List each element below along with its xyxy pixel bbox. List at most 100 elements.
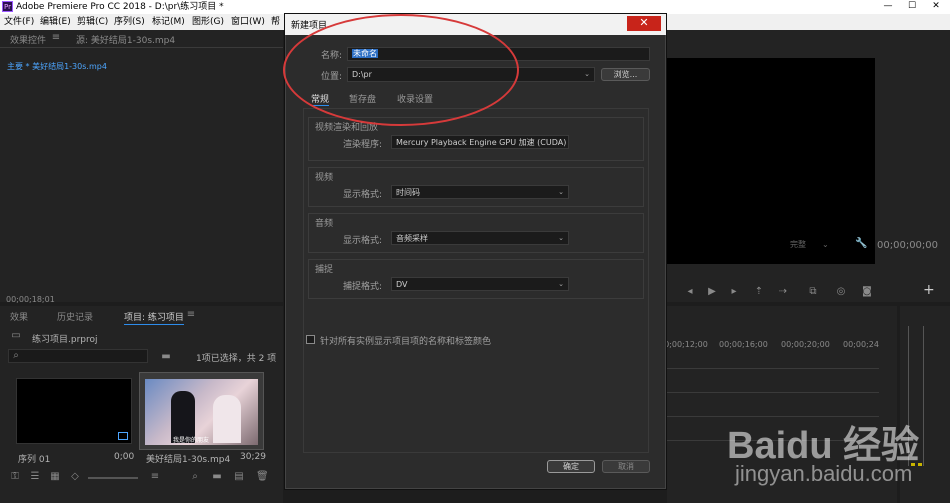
audio-group: 音频 显示格式: 音频采样 ⌄ [308, 213, 644, 253]
wrench-icon[interactable]: 🔧 [855, 238, 867, 250]
video-group: 视频 显示格式: 时间码 ⌄ [308, 167, 644, 207]
timeline-tick: 00;00;16;00 [719, 340, 768, 349]
project-file-icon: ▭ [11, 330, 21, 341]
chevron-down-icon: ⌄ [822, 240, 829, 249]
maximize-button[interactable]: ☐ [900, 0, 924, 14]
capture-format-label: 捕捉格式: [343, 282, 383, 292]
sequence-thumbnail[interactable] [16, 378, 132, 444]
new-item-icon[interactable]: ▤ [234, 471, 244, 483]
panel-menu-icon[interactable]: ≡ [51, 32, 61, 44]
window-title: Adobe Premiere Pro CC 2018 - D:\pr\练习项目 … [16, 2, 224, 12]
step-back-icon[interactable]: ◂ [685, 286, 695, 298]
chevron-down-icon: ⌄ [584, 70, 590, 78]
vr-icon[interactable]: ◎ [835, 286, 847, 298]
timeline-tick: 00;00;24 [843, 340, 879, 349]
extract-icon[interactable]: ⇢ [777, 286, 789, 298]
chevron-down-icon: ⌄ [558, 188, 564, 196]
renderer-label: 渲染程序: [343, 140, 383, 150]
menu-graphics[interactable]: 图形(G) [192, 15, 224, 29]
close-button[interactable]: ✕ [924, 0, 948, 14]
cancel-button[interactable]: 取消 [602, 460, 650, 473]
freeform-view-icon[interactable]: ◇ [70, 471, 80, 483]
show-names-checkbox-label: 针对所有实例显示项目项的名称和标签颜色 [320, 337, 492, 347]
sort-icon[interactable]: ≡ [150, 471, 160, 483]
play-icon[interactable]: ▶ [707, 286, 717, 298]
figure-silhouette [213, 395, 241, 443]
fit-value: 完整 [790, 240, 806, 249]
menu-file[interactable]: 文件(F) [4, 15, 34, 29]
show-names-checkbox[interactable] [306, 335, 315, 344]
project-search-input[interactable]: ⌕ [8, 349, 148, 363]
video-format-value: 时间码 [396, 188, 420, 197]
minimize-button[interactable]: — [876, 0, 900, 14]
icon-view-icon[interactable]: ▦ [50, 471, 60, 483]
zoom-slider[interactable] [88, 477, 138, 479]
ok-button[interactable]: 确定 [547, 460, 595, 473]
audio-format-label: 显示格式: [343, 236, 383, 246]
general-tab-content: 视频渲染和回放 渲染程序: Mercury Playback Engine GP… [303, 108, 649, 453]
menu-window[interactable]: 窗口(W) [231, 15, 265, 29]
renderer-group: 视频渲染和回放 渲染程序: Mercury Playback Engine GP… [308, 117, 644, 161]
sequence-icon [118, 432, 128, 440]
clip-preview-image: 我是你的朋友 [145, 379, 258, 445]
menu-clip[interactable]: 剪辑(C) [77, 15, 108, 29]
video-format-label: 显示格式: [343, 190, 383, 200]
menu-marker[interactable]: 标记(M) [152, 15, 185, 29]
audio-format-select[interactable]: 音频采样 ⌄ [391, 231, 569, 245]
project-file-name: 练习项目.prproj [32, 335, 98, 345]
fit-select[interactable]: 完整 ⌄ [790, 239, 842, 251]
new-bin-icon[interactable]: ▬ [212, 471, 222, 483]
lift-icon[interactable]: ⇡ [753, 286, 765, 298]
chevron-down-icon: ⌄ [558, 234, 564, 242]
project-panel: 效果 历史记录 项目: 练习项目 ≡ ▭ 练习项目.prproj ⌕ ▬ 1项已… [0, 306, 283, 503]
audio-group-title: 音频 [315, 219, 334, 229]
panel-menu-icon[interactable]: ≡ [186, 309, 196, 321]
menu-sequence[interactable]: 序列(S) [114, 15, 145, 29]
window-titlebar: Pr Adobe Premiere Pro CC 2018 - D:\pr\练习… [0, 0, 950, 14]
audio-format-value: 音频采样 [396, 234, 428, 243]
track-divider [667, 368, 879, 369]
chevron-down-icon: ⌄ [558, 280, 564, 288]
tab-effects[interactable]: 效果 [10, 310, 28, 323]
program-monitor-panel: 完整 ⌄ 🔧 00;00;00;00 ◂ ▶ ▸ ⇡ ⇢ ⧉ ◎ ◙ + [667, 30, 950, 302]
list-view-icon[interactable]: ☰ [30, 471, 40, 483]
project-item-duration: 30;29 [240, 452, 266, 462]
divider [0, 47, 283, 48]
clip-label: 主要 * 美好结局1-30s.mp4 [7, 62, 107, 71]
source-timecode: 00;00;18;01 [6, 295, 55, 304]
clip-subtitle: 我是你的朋友 [173, 437, 210, 444]
compare-icon[interactable]: ⧉ [807, 286, 819, 298]
project-item-name: 美好结局1-30s.mp4 [146, 455, 231, 465]
chevron-down-icon: ⌄ [558, 138, 564, 146]
timeline-tick: 00;00;20;00 [781, 340, 830, 349]
capture-format-value: DV [396, 280, 408, 289]
menu-help[interactable]: 帮 [271, 15, 280, 29]
find-icon[interactable]: ⌕ [190, 471, 200, 483]
source-panel: 效果控件 ≡ 源: 美好结局1-30s.mp4 主要 * 美好结局1-30s.m… [0, 30, 283, 304]
step-forward-icon[interactable]: ▸ [729, 286, 739, 298]
capture-format-select[interactable]: DV ⌄ [391, 277, 569, 291]
premiere-app-icon: Pr [2, 1, 13, 12]
tab-effect-controls[interactable]: 效果控件 [10, 33, 46, 46]
capture-group: 捕捉 捕捉格式: DV ⌄ [308, 259, 644, 299]
menu-edit[interactable]: 编辑(E) [40, 15, 71, 29]
program-timecode: 00;00;00;00 [877, 240, 939, 251]
video-format-select[interactable]: 时间码 ⌄ [391, 185, 569, 199]
dialog-close-button[interactable]: ✕ [627, 16, 661, 31]
clip-thumbnail[interactable]: 我是你的朋友 [139, 372, 264, 450]
browse-button[interactable]: 浏览... [601, 68, 650, 81]
annotation-ellipse [283, 14, 519, 126]
tab-source[interactable]: 源: 美好结局1-30s.mp4 [76, 33, 175, 46]
trash-icon[interactable]: 🗑 [256, 471, 269, 483]
renderer-select[interactable]: Mercury Playback Engine GPU 加速 (CUDA) ⌄ [391, 135, 569, 149]
renderer-value: Mercury Playback Engine GPU 加速 (CUDA) [396, 138, 567, 147]
camera-icon[interactable]: ◙ [861, 286, 873, 298]
lock-icon[interactable]: ⚿ [10, 471, 20, 483]
tab-history[interactable]: 历史记录 [57, 310, 93, 323]
project-item-name: 序列 01 [18, 455, 51, 465]
folder-icon[interactable]: ▬ [160, 351, 172, 363]
project-item-duration: 0;00 [114, 452, 135, 462]
tab-project[interactable]: 项目: 练习项目 [124, 310, 184, 325]
search-icon: ⌕ [13, 350, 19, 361]
add-button-icon[interactable]: + [923, 282, 935, 298]
